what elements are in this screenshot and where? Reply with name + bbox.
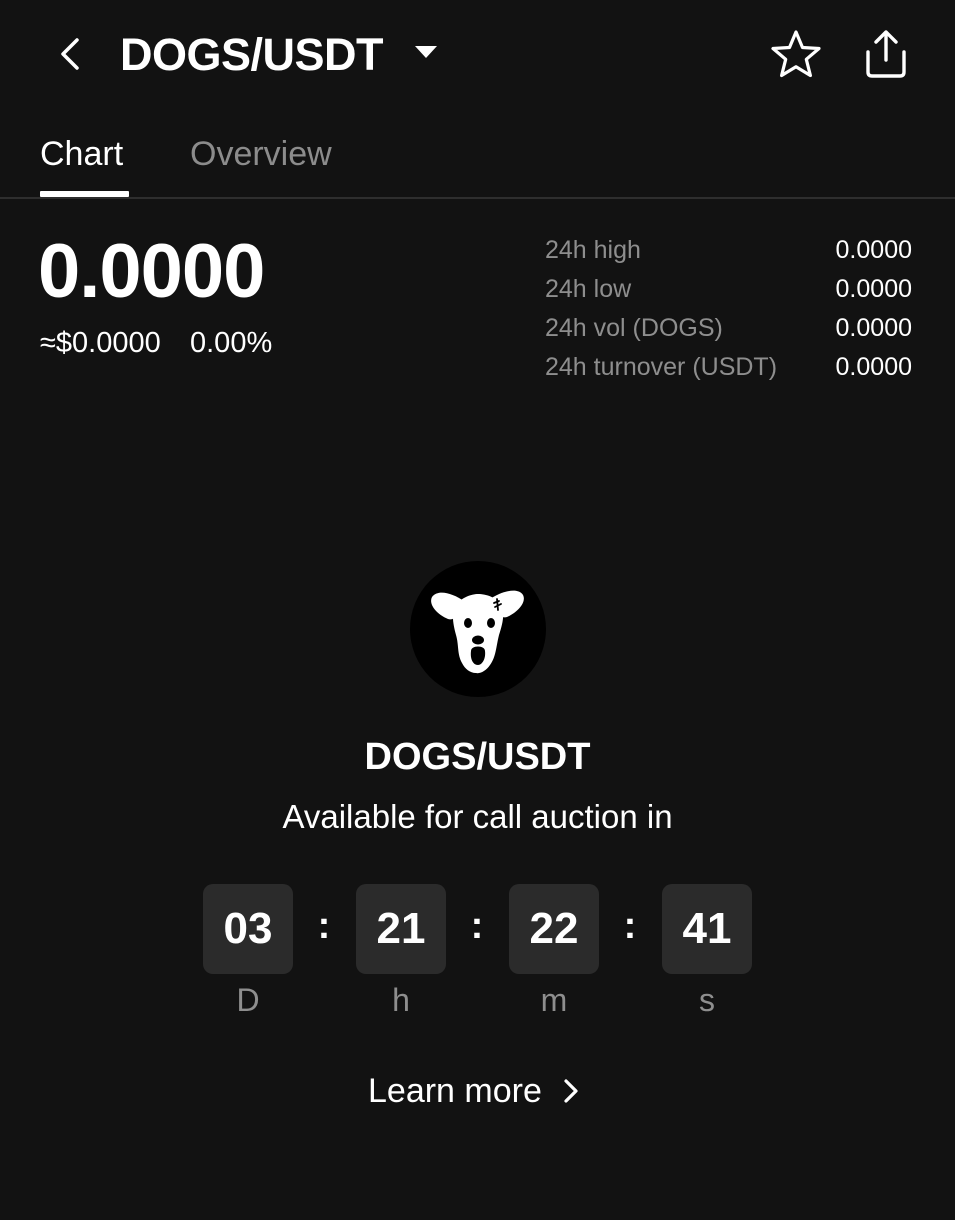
- caret-down-icon: [415, 46, 437, 58]
- countdown-days: 03: [203, 884, 293, 974]
- stat-value: 0.0000: [835, 236, 912, 264]
- stat-label: 24h turnover (USDT): [545, 353, 778, 381]
- countdown-separator: :: [317, 905, 331, 947]
- countdown-hours: 21: [356, 884, 446, 974]
- last-price: 0.0000: [38, 229, 265, 314]
- pair-title[interactable]: DOGS/USDT: [120, 28, 384, 82]
- countdown-unit-minutes: m: [540, 982, 568, 1018]
- countdown-minutes: 22: [509, 884, 599, 974]
- tab-overview[interactable]: Overview: [190, 132, 332, 176]
- stat-label: 24h vol (DOGS): [545, 314, 723, 342]
- stat-value: 0.0000: [835, 353, 912, 381]
- tab-chart[interactable]: Chart: [40, 132, 123, 176]
- star-outline-icon: [771, 30, 821, 78]
- top-bar: DOGS/USDT: [0, 0, 955, 110]
- share-upload-icon: [866, 30, 906, 78]
- countdown-unit-hours: h: [392, 982, 410, 1018]
- stat-row-24h-high: 24h high 0.0000: [545, 232, 915, 271]
- stat-row-24h-low: 24h low 0.0000: [545, 271, 915, 310]
- token-pair-title: DOGS/USDT: [364, 736, 591, 778]
- dog-face-icon: [431, 590, 524, 674]
- stat-value: 0.0000: [835, 275, 912, 303]
- chevron-right-icon: [558, 1068, 588, 1114]
- share-button[interactable]: [858, 26, 914, 82]
- favorite-button[interactable]: [768, 28, 824, 82]
- countdown-separator: :: [623, 905, 637, 947]
- dogs-token-logo: [410, 561, 546, 697]
- stat-row-24h-turnover: 24h turnover (USDT) 0.0000: [545, 349, 915, 388]
- stat-label: 24h low: [545, 275, 632, 303]
- stat-value: 0.0000: [835, 314, 912, 342]
- countdown-unit-seconds: s: [699, 982, 715, 1018]
- chevron-left-icon: [61, 38, 79, 70]
- stat-row-24h-vol: 24h vol (DOGS) 0.0000: [545, 310, 915, 349]
- learn-more-link[interactable]: Learn more: [368, 1068, 588, 1116]
- back-button[interactable]: [48, 30, 92, 78]
- countdown-unit-days: D: [236, 982, 260, 1018]
- countdown-seconds: 41: [662, 884, 752, 974]
- countdown-separator: :: [470, 905, 484, 947]
- market-stats: 24h high 0.0000 24h low 0.0000 24h vol (…: [545, 232, 915, 388]
- fiat-price: ≈$0.0000: [40, 327, 161, 359]
- call-auction-message: Available for call auction in: [282, 798, 673, 835]
- price-change-percent: 0.00%: [190, 327, 273, 359]
- learn-more-label: Learn more: [368, 1072, 542, 1110]
- tabs-divider: [0, 197, 955, 199]
- stat-label: 24h high: [545, 236, 641, 264]
- pair-dropdown-button[interactable]: [412, 40, 440, 64]
